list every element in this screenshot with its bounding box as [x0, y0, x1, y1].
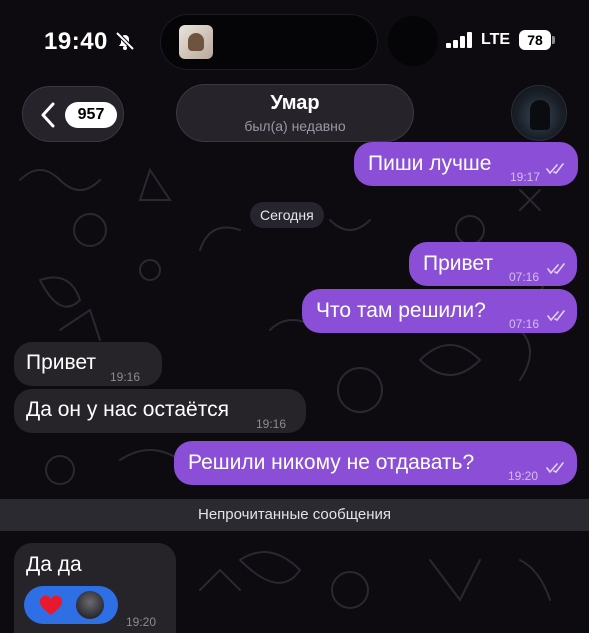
- message-text: Привет: [26, 351, 97, 374]
- heart-icon: [39, 595, 63, 615]
- message-time: 07:16: [509, 270, 540, 284]
- date-separator: Сегодня: [250, 202, 324, 228]
- message-outgoing[interactable]: Привет 07:16: [409, 242, 577, 286]
- message-text: Да да: [26, 553, 82, 576]
- contact-avatar[interactable]: [511, 85, 567, 141]
- bell-slash-icon: [115, 31, 135, 51]
- dynamic-island[interactable]: [160, 14, 378, 70]
- reactor-avatar: [74, 589, 106, 621]
- chevron-left-icon: [41, 102, 55, 128]
- message-reaction[interactable]: [24, 586, 118, 624]
- cellular-signal-icon: [446, 32, 472, 48]
- contact-name: Умар: [270, 92, 320, 114]
- battery-icon: 78: [519, 30, 551, 50]
- message-incoming[interactable]: Да он у нас остаётся 19:16: [14, 389, 306, 433]
- message-text: Пиши лучше: [368, 152, 492, 175]
- double-check-icon: [546, 163, 564, 175]
- battery-nub: [552, 36, 555, 44]
- message-text: Что там решили?: [316, 299, 486, 322]
- chat-title[interactable]: Умар был(а) недавно: [176, 84, 414, 142]
- double-check-icon: [546, 462, 564, 474]
- camera-cutout: [388, 16, 438, 66]
- contact-last-seen: был(а) недавно: [244, 118, 346, 134]
- now-playing-thumbnail: [179, 25, 213, 59]
- status-bar: 19:40 LTE 78: [0, 0, 589, 82]
- double-check-icon: [547, 263, 565, 275]
- network-type: LTE: [481, 31, 511, 48]
- message-time: 19:20: [508, 469, 539, 483]
- message-text: Решили никому не отдавать?: [188, 451, 475, 474]
- message-time: 19:16: [256, 417, 287, 431]
- clock: 19:40: [44, 28, 108, 55]
- message-outgoing[interactable]: Решили никому не отдавать? 19:20: [174, 441, 577, 485]
- message-outgoing[interactable]: Пиши лучше 19:17: [354, 142, 578, 186]
- message-time: 07:16: [509, 317, 540, 331]
- message-text: Да он у нас остаётся: [26, 398, 229, 421]
- message-text: Привет: [423, 252, 494, 275]
- double-check-icon: [547, 310, 565, 322]
- message-incoming[interactable]: Привет 19:16: [14, 342, 162, 386]
- message-time: 19:20: [126, 615, 157, 629]
- back-button[interactable]: 957: [22, 86, 124, 142]
- message-outgoing[interactable]: Что там решили? 07:16: [302, 289, 577, 333]
- message-time: 19:17: [510, 170, 541, 184]
- unread-count-badge: 957: [65, 102, 117, 128]
- unread-messages-divider: Непрочитанные сообщения: [0, 499, 589, 531]
- message-time: 19:16: [110, 370, 141, 384]
